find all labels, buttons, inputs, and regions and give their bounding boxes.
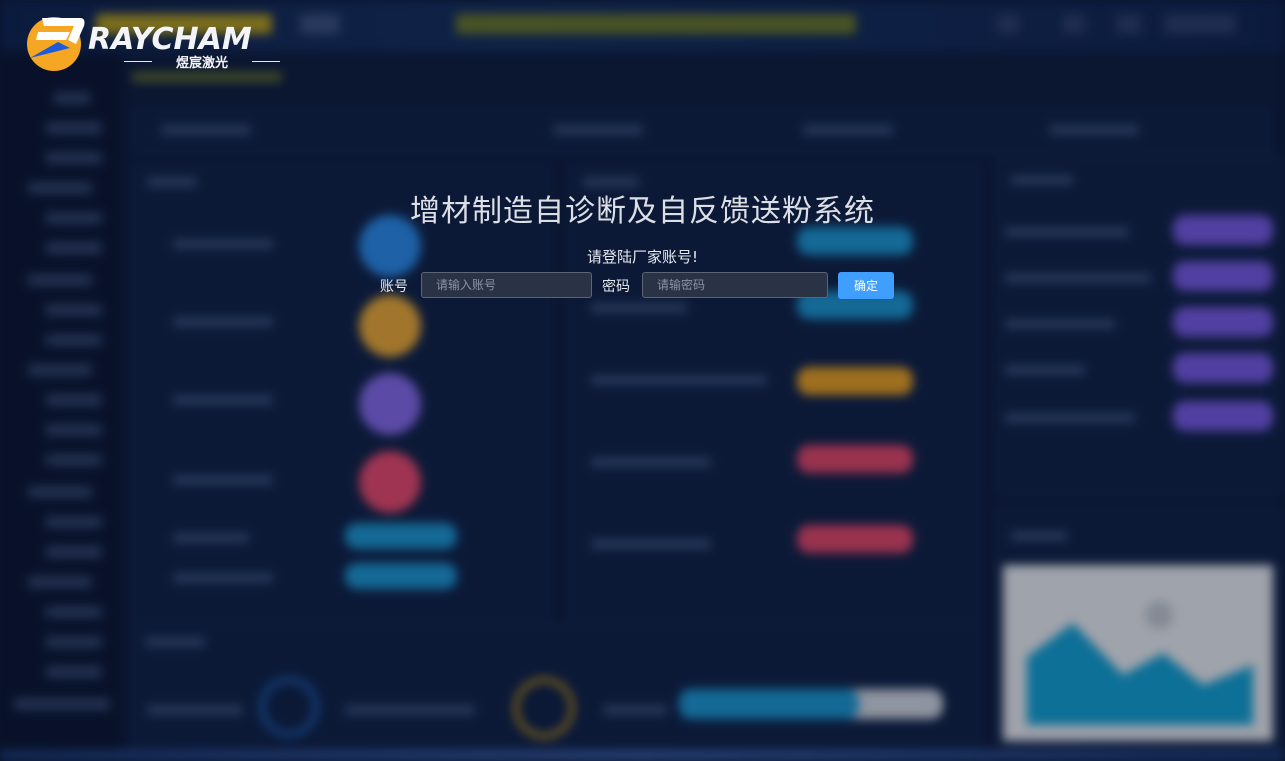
modal-overlay [0,0,1285,761]
password-label: 密码 [602,279,630,295]
password-input[interactable] [642,272,828,298]
system-title: 增材制造自诊断及自反馈送粉系统 [410,194,875,229]
account-input[interactable] [421,272,592,298]
brand-subtitle: 煜宸激光 [124,52,280,72]
confirm-button[interactable]: 确定 [838,272,894,299]
brand-logo: RAYCHAM 煜宸激光 [24,12,280,74]
login-prompt: 请登陆厂家账号! [586,248,698,266]
raycham-logo-icon [27,17,85,71]
account-label: 账号 [380,279,408,295]
